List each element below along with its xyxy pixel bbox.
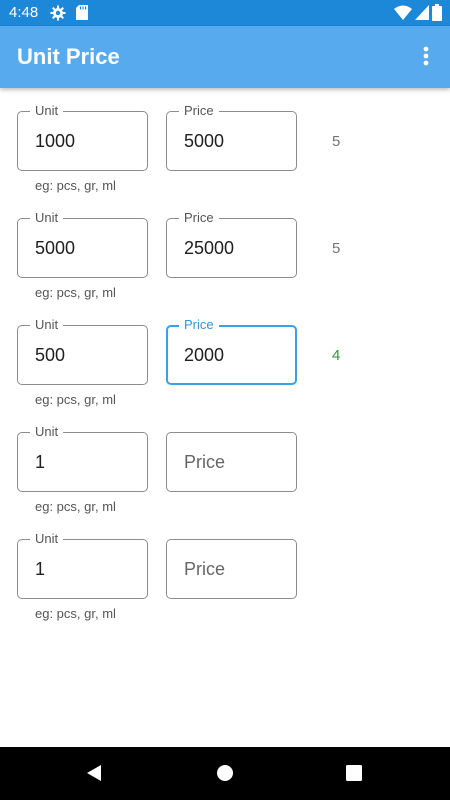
signal-icon [415, 5, 429, 20]
unit-price-result: 5 [332, 240, 341, 257]
unit-label: Unit [30, 531, 64, 547]
price-row: Unit 1 Price eg: pcs, gr, ml [0, 424, 450, 537]
unit-helper-text: eg: pcs, gr, ml [35, 392, 116, 407]
unit-label: Unit [30, 103, 64, 119]
unit-field[interactable]: Unit 1 [17, 424, 148, 492]
price-value: 2000 [184, 345, 225, 365]
price-field-focused[interactable]: Price 2000 [166, 317, 297, 385]
unit-helper-text: eg: pcs, gr, ml [35, 606, 116, 621]
unit-field[interactable]: Unit 5000 [17, 210, 148, 278]
navigation-bar [0, 747, 450, 800]
unit-helper-text: eg: pcs, gr, ml [35, 499, 116, 514]
price-label: Price [179, 103, 219, 119]
unit-value: 5000 [35, 238, 76, 258]
unit-value: 1 [35, 452, 46, 472]
wifi-icon [394, 5, 412, 20]
price-field[interactable]: Price [166, 539, 297, 599]
price-placeholder: Price [184, 452, 226, 472]
price-row: Unit 500 Price 2000 eg: pcs, gr, ml 4 [0, 317, 450, 430]
price-label: Price [179, 317, 219, 333]
price-field[interactable]: Price 5000 [166, 103, 297, 171]
price-row: Unit 1000 Price 5000 eg: pcs, gr, ml 5 [0, 103, 450, 216]
back-icon[interactable] [85, 764, 103, 782]
app-title: Unit Price [17, 44, 120, 69]
unit-field[interactable]: Unit 500 [17, 317, 148, 385]
price-row: Unit 5000 Price 25000 eg: pcs, gr, ml 5 [0, 210, 450, 323]
unit-field[interactable]: Unit 1 [17, 531, 148, 599]
app-bar: Unit Price [0, 26, 450, 88]
unit-label: Unit [30, 317, 64, 333]
price-field[interactable]: Price [166, 432, 297, 492]
settings-gear-icon [50, 5, 66, 21]
unit-helper-text: eg: pcs, gr, ml [35, 178, 116, 193]
price-row: Unit 1 Price eg: pcs, gr, ml [0, 531, 450, 644]
battery-icon [432, 4, 442, 21]
price-field[interactable]: Price 25000 [166, 210, 297, 278]
unit-value: 1000 [35, 131, 76, 151]
unit-value: 1 [35, 559, 46, 579]
unit-label: Unit [30, 424, 64, 440]
unit-field[interactable]: Unit 1000 [17, 103, 148, 171]
more-options-icon[interactable] [412, 40, 440, 74]
unit-value: 500 [35, 345, 66, 365]
unit-label: Unit [30, 210, 64, 226]
home-icon[interactable] [216, 764, 234, 782]
sd-card-icon [76, 5, 88, 20]
unit-price-result: 5 [332, 133, 341, 150]
status-bar: 4:48 [0, 0, 450, 26]
price-placeholder: Price [184, 559, 226, 579]
recent-apps-icon[interactable] [346, 765, 362, 781]
best-unit-price-result: 4 [332, 347, 341, 364]
unit-helper-text: eg: pcs, gr, ml [35, 285, 116, 300]
price-value: 5000 [184, 131, 225, 151]
price-value: 25000 [184, 238, 235, 258]
price-label: Price [179, 210, 219, 226]
status-time: 4:48 [9, 4, 39, 21]
